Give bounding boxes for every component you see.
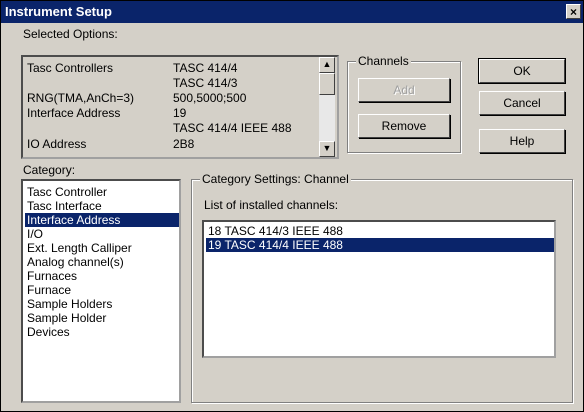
category-item[interactable]: Sample Holders xyxy=(25,297,112,311)
option-value: 19 xyxy=(173,106,187,120)
help-button[interactable]: Help xyxy=(479,129,565,153)
option-name: IO Address xyxy=(27,137,87,151)
option-value: TASC 414/3 xyxy=(173,76,238,90)
category-label: Category: xyxy=(23,163,76,177)
category-list[interactable]: Tasc Controller Tasc Interface Interface… xyxy=(21,179,181,403)
add-channel-button[interactable]: Add xyxy=(358,78,450,102)
scroll-down-icon[interactable]: ▼ xyxy=(319,141,335,157)
option-name: RNG(TMA,AnCh=3) xyxy=(27,91,135,105)
selected-options-box: Tasc Controllers TASC 414/4 TASC 414/3 R… xyxy=(21,55,339,159)
remove-channel-label: Remove xyxy=(381,119,427,133)
option-value: 2B8 xyxy=(173,137,195,151)
option-value: TASC 414/4 xyxy=(173,61,238,75)
category-item[interactable]: Sample Holder xyxy=(25,311,106,325)
channel-item-selected[interactable]: 19 TASC 414/4 IEEE 488 xyxy=(206,238,554,252)
scroll-thumb[interactable] xyxy=(319,73,335,95)
remove-channel-button[interactable]: Remove xyxy=(358,114,450,138)
option-name: Interface Address xyxy=(27,106,121,120)
scroll-up-icon[interactable]: ▲ xyxy=(319,57,335,73)
cancel-label: Cancel xyxy=(503,96,541,110)
category-item[interactable]: Tasc Controller xyxy=(25,185,107,199)
category-item[interactable]: Furnace xyxy=(25,283,71,297)
category-item[interactable]: Ext. Length Calliper xyxy=(25,241,132,255)
category-item[interactable]: I/O xyxy=(25,227,43,241)
options-scrollbar[interactable]: ▲ ▼ xyxy=(319,57,335,157)
option-name: Tasc Controllers xyxy=(27,61,114,75)
title-bar[interactable]: Instrument Setup × xyxy=(1,1,583,23)
channel-item[interactable]: 18 TASC 414/3 IEEE 488 xyxy=(206,224,343,238)
option-value: TASC 414/4 IEEE 488 xyxy=(173,121,292,135)
window-title: Instrument Setup xyxy=(5,4,112,19)
category-item[interactable]: Furnaces xyxy=(25,269,77,283)
installed-channels-label: List of installed channels: xyxy=(204,198,339,212)
option-value: 500,5000;500 xyxy=(173,91,247,105)
category-item[interactable]: Analog channel(s) xyxy=(25,255,124,269)
category-item-selected[interactable]: Interface Address xyxy=(25,213,179,227)
channels-title: Channels xyxy=(356,54,411,68)
close-icon[interactable]: × xyxy=(566,4,581,19)
category-settings-title: Category Settings: Channel xyxy=(200,172,351,186)
channels-group: Channels Add Remove xyxy=(347,54,461,153)
help-label: Help xyxy=(509,134,535,148)
category-item[interactable]: Devices xyxy=(25,325,70,339)
category-settings-group: Category Settings: Channel List of insta… xyxy=(191,172,573,403)
ok-button[interactable]: OK xyxy=(478,58,566,84)
ok-label: OK xyxy=(513,64,531,78)
installed-channels-list[interactable]: 18 TASC 414/3 IEEE 488 19 TASC 414/4 IEE… xyxy=(202,220,556,358)
selected-options-label: Selected Options: xyxy=(23,27,118,41)
cancel-button[interactable]: Cancel xyxy=(479,91,565,115)
category-item[interactable]: Tasc Interface xyxy=(25,199,102,213)
instrument-setup-dialog: Instrument Setup × Selected Options: Tas… xyxy=(0,0,584,412)
add-channel-label: Add xyxy=(393,83,415,97)
